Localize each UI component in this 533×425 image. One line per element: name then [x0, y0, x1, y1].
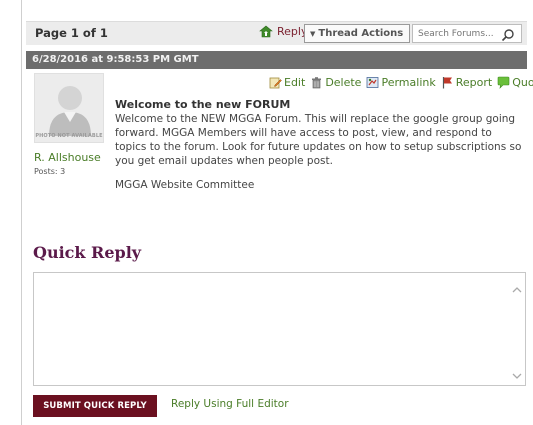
edit-button[interactable]: Edit	[269, 76, 305, 89]
quick-reply-heading: Quick Reply	[33, 243, 142, 262]
submit-quick-reply-button[interactable]: SUBMIT QUICK REPLY	[33, 395, 157, 417]
delete-button[interactable]: Delete	[310, 76, 361, 89]
flag-icon	[441, 76, 454, 89]
post-signature: MGGA Website Committee	[115, 179, 255, 191]
delete-label: Delete	[325, 76, 362, 89]
pager-bar: Page 1 of 1 Reply ▼ Thread Actions	[26, 21, 527, 45]
avatar-caption: PHOTO NOT AVAILABLE	[35, 133, 103, 139]
post-date-bar: 6/28/2016 at 9:58:53 PM GMT	[26, 51, 527, 69]
post-title: Welcome to the new FORUM	[115, 98, 291, 111]
search-input[interactable]	[413, 28, 499, 39]
edit-icon	[269, 76, 282, 89]
reply-full-editor-link[interactable]: Reply Using Full Editor	[171, 398, 289, 410]
trash-icon	[310, 76, 323, 89]
post-body: Welcome to the NEW MGGA Forum. This will…	[115, 113, 522, 167]
quote-label: Quote	[512, 76, 533, 89]
report-button[interactable]: Report	[441, 76, 492, 89]
post-actions: Edit Delete Permalink Report Quo	[269, 76, 533, 89]
permalink-button[interactable]: Permalink	[366, 76, 436, 89]
page-indicator: Page 1 of 1	[35, 26, 108, 40]
reply-icon	[259, 25, 273, 38]
post-date: 6/28/2016 at 9:58:53 PM GMT	[32, 54, 199, 65]
author-name-link[interactable]: R. Allshouse	[34, 151, 101, 164]
quote-button[interactable]: Quote	[497, 76, 533, 89]
scroll-up-icon[interactable]	[512, 280, 522, 293]
edit-label: Edit	[284, 76, 306, 89]
speech-bubble-icon	[497, 76, 510, 89]
report-label: Report	[455, 76, 493, 89]
search-forums	[412, 24, 522, 43]
author-post-count: Posts: 3	[34, 167, 66, 176]
thread-actions-dropdown[interactable]: ▼ Thread Actions	[304, 24, 410, 43]
quick-reply-textarea[interactable]	[33, 272, 526, 386]
avatar: PHOTO NOT AVAILABLE	[34, 73, 104, 143]
reply-label: Reply	[277, 25, 308, 38]
permalink-label: Permalink	[381, 76, 436, 89]
caret-down-icon: ▼	[310, 29, 316, 38]
thread-actions-label: Thread Actions	[318, 28, 404, 39]
reply-button[interactable]: Reply	[259, 25, 307, 38]
search-icon[interactable]	[501, 27, 515, 41]
permalink-icon	[366, 76, 379, 89]
scroll-down-icon[interactable]	[512, 366, 522, 379]
user-silhouette-icon	[49, 86, 91, 136]
